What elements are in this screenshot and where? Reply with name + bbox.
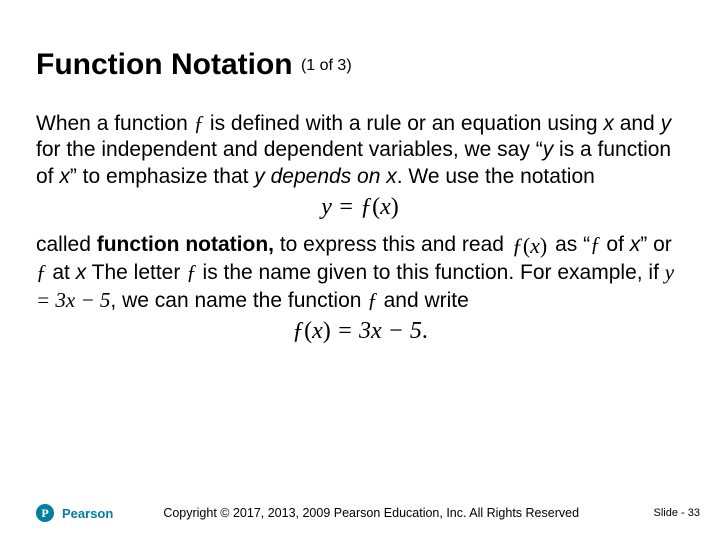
title-counter: (1 of 3) xyxy=(301,57,352,74)
x-var-3: x xyxy=(386,165,397,188)
p1-a: When a function xyxy=(36,112,194,135)
x-var: x xyxy=(603,112,614,135)
eq2-rhs: = 3x − 5 xyxy=(331,318,422,344)
f-symbol-5: ƒ xyxy=(367,288,378,312)
eq2-paren-l: ( xyxy=(304,318,312,344)
eq1-x: x xyxy=(380,194,391,220)
eq2-paren-r: ) xyxy=(323,318,331,344)
depends-on: depends on xyxy=(265,165,386,188)
of-x: of xyxy=(601,233,630,256)
fx-f: ƒ xyxy=(512,233,523,258)
p2-g: we can name the function xyxy=(122,289,367,312)
eq1-lhs: y = ƒ xyxy=(321,194,372,220)
x-var-4: x xyxy=(630,233,641,256)
equation-1: y = ƒ(x) xyxy=(36,194,684,221)
fx-paren-r: ) xyxy=(540,233,547,258)
footer-left: P Pearson Copyright © 2017, 2013, 2009 P… xyxy=(36,504,579,522)
y-var: y xyxy=(661,112,672,135)
x-var-5: x xyxy=(76,261,87,284)
p2-c: as “ xyxy=(555,233,590,256)
eq2-x: x xyxy=(312,318,323,344)
footer: P Pearson Copyright © 2017, 2013, 2009 P… xyxy=(36,504,700,522)
p2-b: to express this and read xyxy=(274,233,510,256)
eq1-paren-l: ( xyxy=(372,194,380,220)
pearson-logo-icon: P xyxy=(36,504,54,522)
p1-g: . We use the notation xyxy=(397,165,595,188)
fx-x: x xyxy=(530,233,540,258)
paragraph-1: When a function ƒ is defined with a rule… xyxy=(36,110,684,190)
p2-d: ” or xyxy=(640,233,672,256)
paragraph-2: called function notation, to express thi… xyxy=(36,231,684,314)
f-symbol-4: ƒ xyxy=(186,260,197,284)
p2-e: The letter xyxy=(86,261,186,284)
title-main: Function Notation xyxy=(36,48,293,81)
p1-f: ” to emphasize that xyxy=(70,165,254,188)
p2-f: is the name given to this function. For … xyxy=(197,261,665,284)
p1-d: for the independent and dependent variab… xyxy=(36,138,543,161)
p2-a: called xyxy=(36,233,97,256)
y-var-3: y xyxy=(254,165,265,188)
f-symbol-2: ƒ xyxy=(590,232,601,256)
p2-h: and write xyxy=(378,289,469,312)
function-notation-term: function notation, xyxy=(97,233,274,256)
f-symbol-3: ƒ xyxy=(36,260,47,284)
slide-number: Slide - 33 xyxy=(654,507,700,519)
eq1-paren-r: ) xyxy=(391,194,399,220)
at-x: at xyxy=(47,261,76,284)
p1-b: is defined with a rule or an equation us… xyxy=(204,112,603,135)
y-var-2: y xyxy=(543,138,554,161)
x-var-2: x xyxy=(59,165,70,188)
copyright-text: Copyright © 2017, 2013, 2009 Pearson Edu… xyxy=(163,506,579,520)
f-symbol: ƒ xyxy=(194,111,205,135)
equation-2: ƒ(x) = 3x − 5. xyxy=(36,318,684,345)
comma: , xyxy=(110,289,116,312)
eq2-f: ƒ xyxy=(292,318,304,344)
eq2-dot: . xyxy=(422,318,428,344)
p1-c: and xyxy=(614,112,661,135)
brand-name: Pearson xyxy=(62,506,113,521)
slide-title: Function Notation (1 of 3) xyxy=(36,48,684,82)
fx-expression: ƒ(x) xyxy=(510,232,549,260)
